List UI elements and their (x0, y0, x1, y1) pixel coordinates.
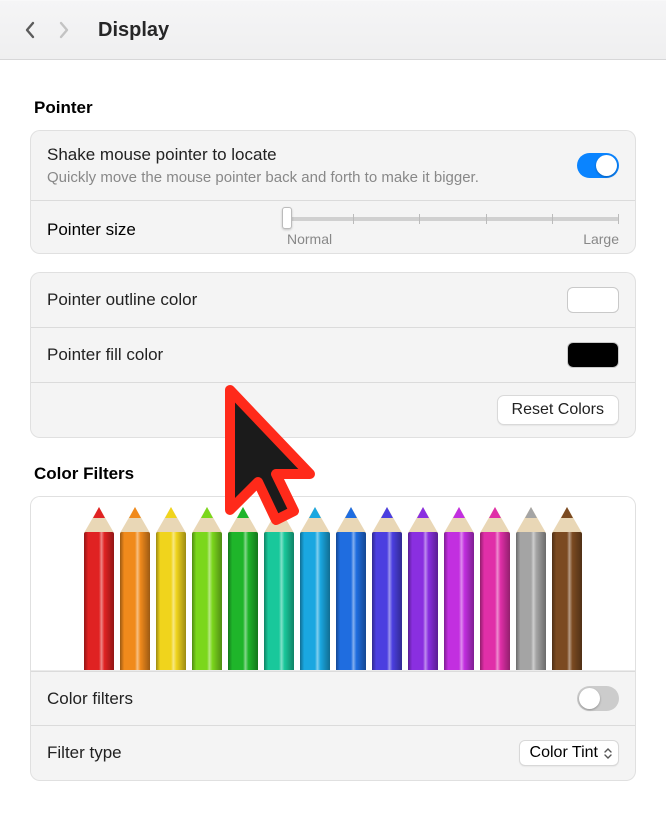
pencil-icon (476, 507, 514, 670)
color-filters-row: Color filters (31, 671, 635, 725)
chevron-left-icon (24, 21, 36, 39)
filter-type-row: Filter type Color Tint (31, 725, 635, 780)
slider-max-label: Large (583, 231, 619, 247)
filter-type-value: Color Tint (530, 744, 598, 762)
fill-color-label: Pointer fill color (47, 345, 163, 365)
outline-color-row: Pointer outline color (31, 273, 635, 327)
page-title: Display (98, 19, 169, 42)
pencil-icon (188, 507, 226, 670)
pencil-icon (512, 507, 550, 670)
pointer-color-panel: Pointer outline color Pointer fill color… (30, 272, 636, 438)
chevron-updown-icon (604, 748, 612, 759)
pointer-size-label: Pointer size (47, 220, 287, 240)
pointer-heading: Pointer (34, 98, 632, 118)
pencil-icon (332, 507, 370, 670)
pencil-icon (260, 507, 298, 670)
filter-type-label: Filter type (47, 743, 122, 763)
color-filters-toggle[interactable] (577, 686, 619, 711)
pointer-size-slider[interactable] (287, 217, 619, 221)
fill-color-well[interactable] (567, 342, 619, 368)
pointer-size-row: Pointer size Normal Large (31, 200, 635, 253)
pencil-icon (548, 507, 586, 670)
pencil-icon (224, 507, 262, 670)
outline-color-label: Pointer outline color (47, 290, 197, 310)
header: Display (0, 0, 666, 60)
outline-color-well[interactable] (567, 287, 619, 313)
pencil-icon (404, 507, 442, 670)
pencil-icon (440, 507, 478, 670)
shake-label: Shake mouse pointer to locate (47, 145, 577, 165)
slider-thumb[interactable] (282, 207, 292, 229)
pencil-icon (368, 507, 406, 670)
slider-min-label: Normal (287, 231, 332, 247)
pencil-icon (296, 507, 334, 670)
pencil-icon (80, 507, 118, 670)
back-button[interactable] (22, 22, 38, 38)
fill-color-row: Pointer fill color (31, 327, 635, 382)
reset-row: Reset Colors (31, 382, 635, 437)
forward-button[interactable] (56, 22, 72, 38)
color-filters-label: Color filters (47, 689, 133, 709)
color-filters-heading: Color Filters (34, 464, 632, 484)
pointer-panel: Shake mouse pointer to locate Quickly mo… (30, 130, 636, 254)
filter-type-select[interactable]: Color Tint (519, 740, 619, 766)
shake-toggle[interactable] (577, 153, 619, 178)
color-filters-panel: Color filters Filter type Color Tint (30, 496, 636, 781)
shake-row: Shake mouse pointer to locate Quickly mo… (31, 131, 635, 200)
chevron-right-icon (58, 21, 70, 39)
reset-colors-button[interactable]: Reset Colors (497, 395, 619, 425)
pencils-preview (31, 497, 635, 671)
shake-sub: Quickly move the mouse pointer back and … (47, 169, 577, 186)
pencil-icon (116, 507, 154, 670)
nav-arrows (22, 22, 72, 38)
pencil-icon (152, 507, 190, 670)
